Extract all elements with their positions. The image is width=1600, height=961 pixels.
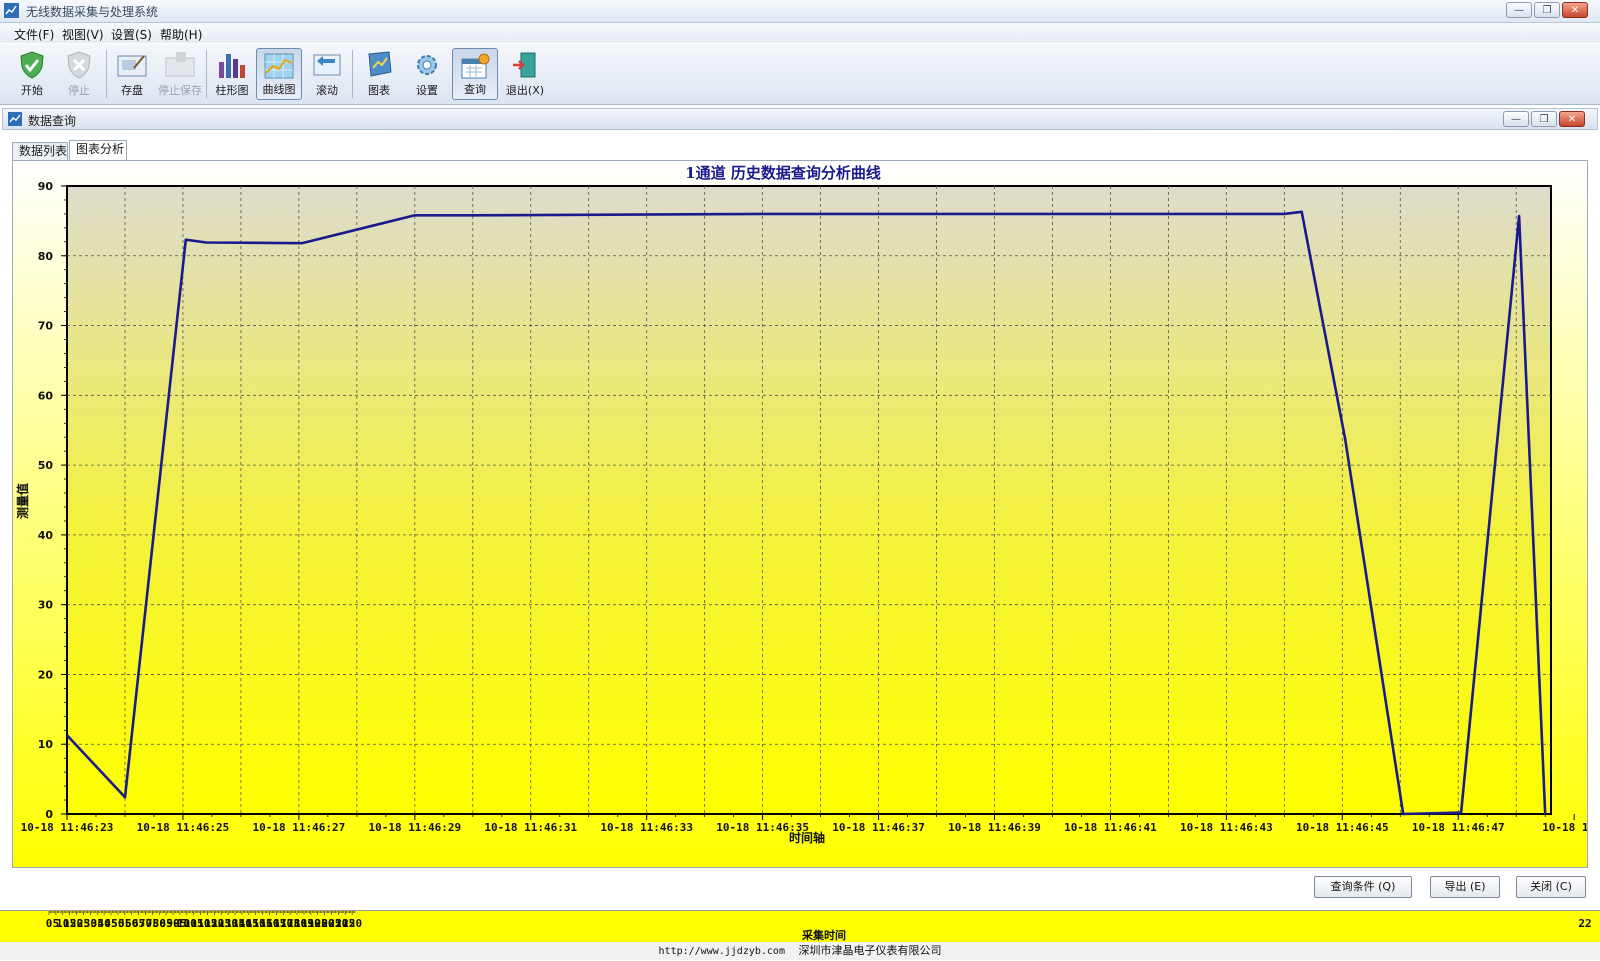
exit-door-icon: [513, 52, 536, 78]
x-tick-label: 10-18 11:46:39: [948, 821, 1041, 834]
chart-title: 1通道 历史数据查询分析曲线: [685, 164, 881, 182]
x-tick-label: 10-18 11:46:41: [1064, 821, 1157, 834]
toolbar: 开始 停止 存盘 停止保存 柱形图 曲线图 滚动 图表 设置 查询 退出(X): [0, 44, 1600, 105]
y-tick-label: 20: [38, 668, 54, 681]
inner-minimize-button[interactable]: —: [1503, 111, 1529, 127]
bar-chart-icon: [219, 54, 245, 78]
line-chart-button[interactable]: 曲线图: [256, 48, 302, 100]
query-button[interactable]: 查询: [452, 48, 498, 100]
export-button[interactable]: 导出 (E): [1430, 876, 1500, 898]
x-tick-label: 10-18 11:46:25: [137, 821, 230, 834]
x-tick-label: 10-18 11:46:33: [600, 821, 693, 834]
inner-close-button[interactable]: ✕: [1559, 111, 1585, 127]
bar-chart-button[interactable]: 柱形图: [209, 48, 255, 100]
close-window-button[interactable]: ✕: [1562, 2, 1588, 18]
history-line-chart: 0 10 20 30 40 50 60 70 80 90 10-18 11:46:23 10-18 …: [13, 161, 1587, 867]
window-title: 无线数据采集与处理系统: [26, 5, 159, 19]
save-icon: [117, 55, 147, 77]
x-tick-label: 10-18 11:46:47: [1412, 821, 1505, 834]
ruler-last-label: 22: [1578, 917, 1591, 930]
app-chart-icon: [4, 3, 19, 18]
y-tick-label: 60: [38, 389, 54, 402]
menu-file[interactable]: 文件(F): [14, 26, 54, 43]
x-tick-label: 10-18 11:46:23: [21, 821, 114, 834]
company-url[interactable]: http://www.jjdzyb.com: [659, 946, 785, 957]
title-bar: 无线数据采集与处理系统 — ❐ ✕: [0, 0, 1600, 23]
chart-panel: 0 10 20 30 40 50 60 70 80 90 10-18 11:46:23 10-18 …: [12, 160, 1588, 868]
exit-button[interactable]: 退出(X): [502, 48, 548, 100]
x-axis-label: 时间轴: [789, 830, 825, 845]
query-window-controls: — ❐ ✕: [1503, 111, 1585, 127]
query-window-title-bar: 数据查询 — ❐ ✕: [2, 108, 1598, 130]
company-name: 深圳市津晶电子仪表有限公司: [798, 944, 942, 957]
y-axis-label: 测量值: [15, 483, 30, 519]
shield-check-icon: [20, 51, 44, 79]
y-tick-label: 50: [38, 459, 54, 472]
ruler-tick-label: 220: [342, 917, 362, 930]
y-tick-label: 40: [38, 529, 54, 542]
y-tick-label: 0: [45, 808, 53, 821]
query-window-title: 数据查询: [28, 114, 77, 128]
menu-help[interactable]: 帮助(H): [160, 26, 202, 43]
chart-book-icon: [368, 51, 392, 77]
gear-icon: [417, 55, 437, 75]
plot-area: [66, 185, 1552, 815]
x-tick-label: 10-18 11: [1542, 821, 1587, 834]
toolbar-separator: [352, 50, 353, 98]
minimize-button[interactable]: —: [1506, 2, 1532, 18]
stop-button[interactable]: 停止: [56, 48, 102, 100]
chart-button[interactable]: 图表: [356, 48, 402, 100]
menu-view[interactable]: 视图(V): [62, 26, 104, 43]
y-tick-label: 80: [38, 250, 54, 263]
scroll-button[interactable]: 滚动: [304, 48, 350, 100]
window-controls: — ❐ ✕: [1506, 2, 1588, 18]
time-ruler-label: 采集时间: [801, 928, 846, 942]
x-tick-label: 10-18 11:46:27: [253, 821, 346, 834]
y-tick-label: 70: [38, 320, 54, 333]
time-ruler-ticks: 0 510152025303540455055606570758085909510…: [46, 911, 1592, 930]
maximize-button[interactable]: ❐: [1534, 2, 1560, 18]
shield-x-icon: [67, 51, 91, 79]
menu-bar: 文件(F) 视图(V) 设置(S) 帮助(H): [0, 23, 1600, 43]
query-calendar-icon: [461, 53, 490, 79]
y-tick-label: 30: [38, 599, 54, 612]
toolbar-separator: [106, 50, 107, 98]
ruler-tick-label: 0: [46, 917, 53, 930]
menu-settings[interactable]: 设置(S): [111, 26, 152, 43]
acquisition-time-ruler: 0 5 10 15 20 25 30 35 40 45 50 55 60 65 70 75 80 85 90 95 10…: [0, 910, 1600, 943]
time-ruler-svg: 0 510152025303540455055606570758085909510…: [46, 911, 1592, 942]
inner-maximize-button[interactable]: ❐: [1531, 111, 1557, 127]
x-tick-label: 10-18 11:46:29: [368, 821, 461, 834]
save-button[interactable]: 存盘: [109, 48, 155, 100]
tab-chart-analysis[interactable]: 图表分析: [69, 140, 127, 160]
window-chart-icon: [8, 112, 22, 126]
scroll-icon: [313, 54, 341, 76]
x-tick-label: 10-18 11:46:43: [1180, 821, 1273, 834]
footer-bar: http://www.jjdzyb.com 深圳市津晶电子仪表有限公司: [0, 942, 1600, 960]
x-tick-label: 10-18 11:46:31: [484, 821, 577, 834]
x-tick-label: 10-18 11:46:37: [832, 821, 925, 834]
line-chart-icon: [264, 53, 294, 79]
start-button[interactable]: 开始: [9, 48, 55, 100]
close-button[interactable]: 关闭 (C): [1516, 876, 1586, 898]
y-tick-label: 10: [38, 738, 54, 751]
toolbar-separator: [206, 50, 207, 98]
stop-save-button[interactable]: 停止保存: [157, 48, 203, 100]
stop-save-icon: [165, 52, 195, 77]
y-tick-label: 90: [38, 180, 54, 193]
query-conditions-button[interactable]: 查询条件 (Q): [1314, 876, 1412, 898]
settings-button[interactable]: 设置: [404, 48, 450, 100]
x-tick-label: 10-18 11:46:45: [1296, 821, 1389, 834]
tab-data-list[interactable]: 数据列表: [12, 142, 68, 160]
